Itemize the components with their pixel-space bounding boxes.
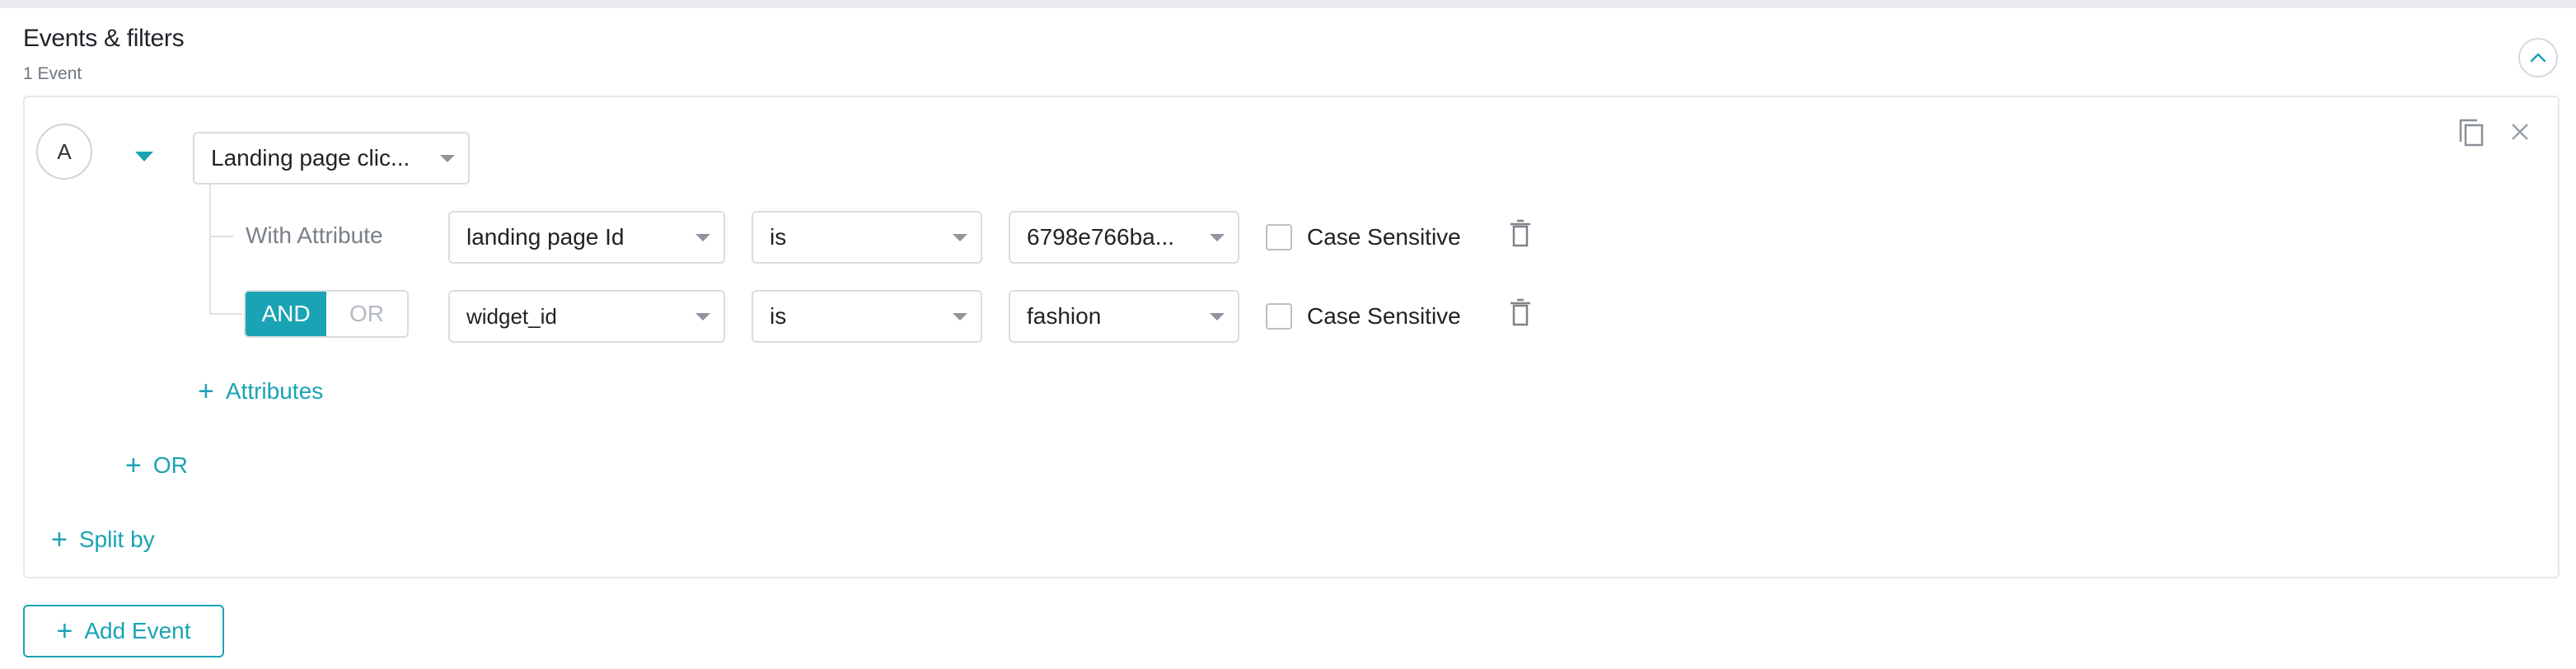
add-or-label: OR xyxy=(152,452,188,478)
operator-select[interactable]: is xyxy=(752,211,982,264)
attribute-select[interactable]: widget_id xyxy=(448,290,725,343)
operator-select-value: is xyxy=(770,224,787,250)
plus-icon: + xyxy=(56,615,73,647)
value-select[interactable]: 6798e766ba... xyxy=(1009,211,1239,264)
chevron-up-icon xyxy=(2530,53,2546,63)
split-by-link[interactable]: + Split by xyxy=(51,526,155,554)
case-sensitive-label: Case Sensitive xyxy=(1307,224,1461,250)
value-select[interactable]: fashion xyxy=(1009,290,1239,343)
plus-icon: + xyxy=(198,376,214,407)
event-select-value: Landing page clic... xyxy=(211,145,410,171)
event-select[interactable]: Landing page clic... xyxy=(193,132,470,185)
chevron-down-icon xyxy=(696,234,710,241)
split-by-label: Split by xyxy=(78,526,155,552)
add-attributes-link[interactable]: + Attributes xyxy=(198,377,323,405)
case-sensitive-checkbox[interactable] xyxy=(1266,303,1292,330)
duplicate-icon[interactable] xyxy=(2457,117,2487,150)
event-label-badge: A xyxy=(36,124,92,180)
add-or-link[interactable]: + OR xyxy=(125,451,188,480)
add-event-label: Add Event xyxy=(84,618,191,643)
and-button[interactable]: AND xyxy=(246,292,326,336)
trash-icon[interactable] xyxy=(1508,219,1533,249)
attribute-select-value: landing page Id xyxy=(466,224,625,250)
section-title: Events & filters xyxy=(23,25,185,52)
chevron-down-icon xyxy=(440,155,455,162)
attribute-select[interactable]: landing page Id xyxy=(448,211,725,264)
chevron-down-icon xyxy=(1210,234,1225,241)
add-attributes-label: Attributes xyxy=(225,378,324,404)
add-event-button[interactable]: + Add Event xyxy=(23,605,224,657)
expand-caret-icon[interactable] xyxy=(135,152,153,161)
case-sensitive-label: Case Sensitive xyxy=(1307,303,1461,329)
trash-icon[interactable] xyxy=(1508,298,1533,328)
attribute-select-value: widget_id xyxy=(466,303,557,329)
with-attribute-label: With Attribute xyxy=(246,222,383,248)
value-select-value: fashion xyxy=(1027,303,1102,329)
chevron-down-icon xyxy=(1210,313,1225,320)
close-icon[interactable] xyxy=(2508,120,2532,143)
tree-connector xyxy=(209,185,211,313)
logic-toggle: AND OR xyxy=(244,290,409,338)
plus-icon: + xyxy=(125,450,142,481)
plus-icon: + xyxy=(51,524,68,555)
chevron-down-icon xyxy=(953,313,967,320)
tree-connector xyxy=(209,313,242,315)
operator-select[interactable]: is xyxy=(752,290,982,343)
collapse-button[interactable] xyxy=(2518,38,2558,77)
top-band xyxy=(0,0,2576,8)
tree-connector xyxy=(209,236,234,237)
case-sensitive-checkbox[interactable] xyxy=(1266,224,1292,250)
chevron-down-icon xyxy=(696,313,710,320)
operator-select-value: is xyxy=(770,303,787,329)
chevron-down-icon xyxy=(953,234,967,241)
event-count: 1 Event xyxy=(23,64,82,83)
or-button[interactable]: OR xyxy=(326,292,407,336)
value-select-value: 6798e766ba... xyxy=(1027,224,1175,250)
